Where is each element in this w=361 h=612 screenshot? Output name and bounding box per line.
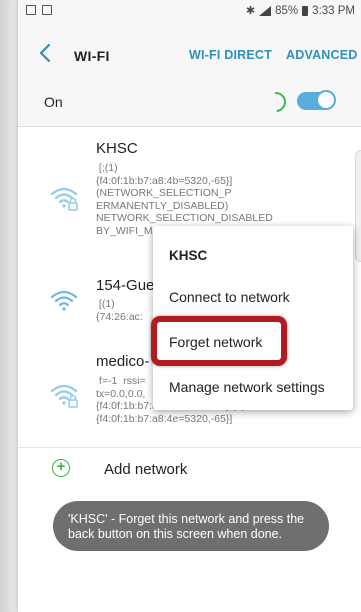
wifi-direct-button[interactable]: WI-FI DIRECT	[189, 48, 272, 62]
clock: 3:33 PM	[312, 4, 355, 17]
wifi-state-label: On	[44, 94, 63, 110]
network-name: medico-	[96, 353, 150, 370]
menu-item-connect[interactable]: Connect to network	[169, 289, 290, 305]
toast-message: 'KHSC' - Forget this network and press t…	[53, 501, 329, 551]
screenshot-notification-icon	[42, 5, 52, 15]
forget-network-highlight	[151, 316, 287, 366]
bluetooth-icon: ✱	[245, 5, 256, 17]
network-name: KHSC	[96, 140, 138, 157]
advanced-button[interactable]: ADVANCED	[286, 48, 358, 62]
gallery-notification-icon	[26, 5, 36, 15]
back-arrow-icon[interactable]	[38, 43, 52, 63]
status-bar: ✱ 85% 3:33 PM	[18, 0, 361, 22]
menu-item-manage[interactable]: Manage network settings	[169, 379, 325, 395]
add-network-label: Add network	[104, 461, 188, 478]
background-edge	[0, 0, 18, 612]
wifi-secured-icon	[50, 187, 78, 211]
signal-icon	[259, 5, 272, 16]
scanning-spinner-icon	[261, 87, 291, 117]
page-title: WI-FI	[74, 48, 110, 64]
wifi-secured-icon	[50, 384, 78, 408]
network-debug-info: [(1) {74:26:ac:	[96, 298, 143, 323]
wifi-toggle[interactable]	[297, 90, 336, 110]
app-bar: WI-FI WI-FI DIRECT ADVANCED	[18, 22, 361, 88]
battery-icon	[302, 5, 309, 16]
wifi-open-icon	[50, 290, 78, 311]
menu-title: KHSC	[169, 248, 208, 263]
wifi-master-switch-row[interactable]: On	[18, 87, 361, 127]
battery-percent: 85%	[275, 4, 299, 17]
add-network-row[interactable]: + Add network	[18, 448, 361, 492]
edge-panel-handle[interactable]	[355, 150, 361, 262]
add-icon: +	[52, 459, 70, 477]
